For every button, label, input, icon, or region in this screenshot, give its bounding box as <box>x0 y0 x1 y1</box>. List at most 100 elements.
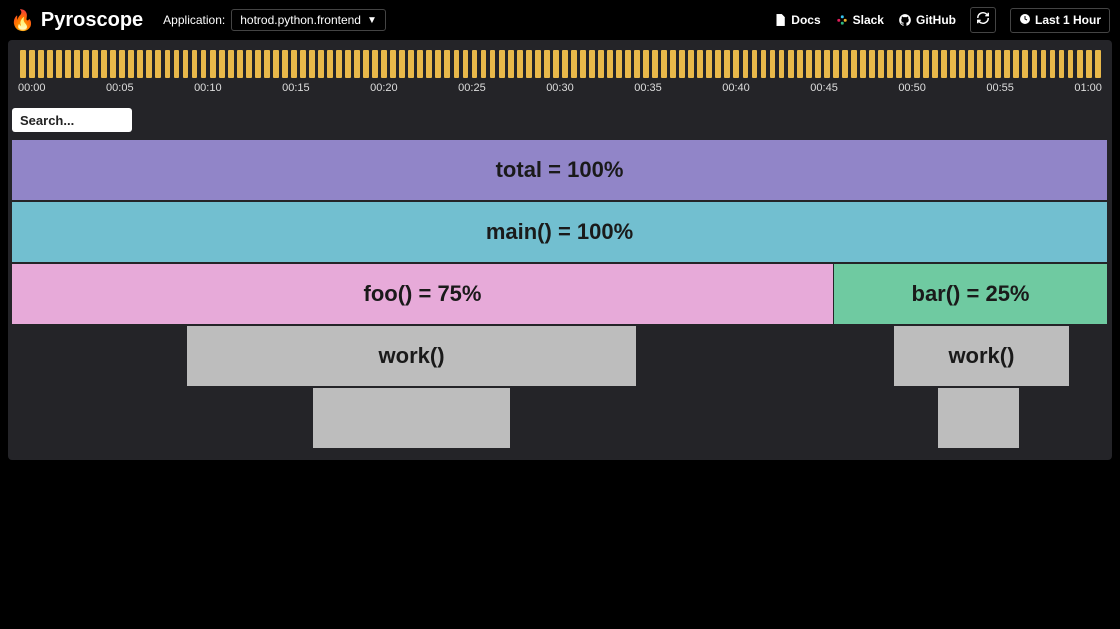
slack-label: Slack <box>853 13 884 27</box>
flame-cell[interactable]: work() <box>894 326 1069 386</box>
timeline-tick <box>779 50 785 78</box>
timeline-tick <box>56 50 62 78</box>
timeline-label: 00:05 <box>106 82 134 94</box>
timeline-ticks <box>18 50 1102 78</box>
timeline-tick <box>598 50 604 78</box>
timeline-label: 00:40 <box>722 82 750 94</box>
timeline-tick <box>806 50 812 78</box>
timeline-tick <box>201 50 207 78</box>
timeline-label: 00:20 <box>370 82 398 94</box>
flame-cell[interactable]: total = 100% <box>12 140 1108 200</box>
timeline-tick <box>101 50 107 78</box>
time-range-button[interactable]: Last 1 Hour <box>1010 8 1110 33</box>
timeline-tick <box>896 50 902 78</box>
timeline-label: 00:25 <box>458 82 486 94</box>
timeline-tick <box>544 50 550 78</box>
timeline-tick <box>255 50 261 78</box>
timeline-tick <box>463 50 469 78</box>
slack-link[interactable]: Slack <box>835 13 884 27</box>
timeline-tick <box>237 50 243 78</box>
timeline-tick <box>110 50 116 78</box>
timeline-tick <box>797 50 803 78</box>
timeline-tick <box>192 50 198 78</box>
header-right: Docs Slack GitHub Last 1 Hour <box>773 7 1110 33</box>
timeline-tick <box>454 50 460 78</box>
timeline-tick <box>869 50 875 78</box>
docs-link[interactable]: Docs <box>773 13 820 27</box>
flame-cell[interactable] <box>313 388 510 448</box>
search-row <box>8 102 1112 140</box>
timeline-tick <box>526 50 532 78</box>
timeline-tick <box>408 50 414 78</box>
flame-row: work() work() <box>12 326 1108 386</box>
timeline-tick <box>246 50 252 78</box>
timeline-tick <box>264 50 270 78</box>
timeline-tick <box>426 50 432 78</box>
timeline-label: 00:10 <box>194 82 222 94</box>
flame-cell[interactable]: work() <box>187 326 636 386</box>
timeline-label: 00:45 <box>810 82 838 94</box>
timeline-tick <box>733 50 739 78</box>
timeline-tick <box>20 50 26 78</box>
timeline-tick <box>1077 50 1083 78</box>
application-selected: hotrod.python.frontend <box>240 13 361 27</box>
flame-cell[interactable] <box>938 388 1020 448</box>
timeline-tick <box>399 50 405 78</box>
timeline-tick <box>860 50 866 78</box>
flame-row <box>12 388 1108 448</box>
timeline-label: 00:55 <box>986 82 1014 94</box>
timeline-tick <box>1032 50 1038 78</box>
timeline-labels: 00:0000:0500:1000:1500:2000:2500:3000:35… <box>18 82 1102 94</box>
flame-row: foo() = 75%bar() = 25% <box>12 264 1108 324</box>
timeline-tick <box>679 50 685 78</box>
content-panel: 00:0000:0500:1000:1500:2000:2500:3000:35… <box>8 40 1112 460</box>
time-range-label: Last 1 Hour <box>1035 13 1101 27</box>
timeline-label: 00:35 <box>634 82 662 94</box>
timeline-tick <box>715 50 721 78</box>
timeline-tick <box>607 50 613 78</box>
timeline-tick <box>1086 50 1092 78</box>
timeline-tick <box>688 50 694 78</box>
timeline-tick <box>878 50 884 78</box>
timeline-tick <box>553 50 559 78</box>
timeline-tick <box>589 50 595 78</box>
timeline-tick <box>336 50 342 78</box>
timeline-tick <box>183 50 189 78</box>
timeline-tick <box>155 50 161 78</box>
timeline-tick <box>670 50 676 78</box>
search-input[interactable] <box>12 108 132 132</box>
refresh-icon <box>976 11 990 30</box>
timeline-tick <box>29 50 35 78</box>
timeline-tick <box>995 50 1001 78</box>
timeline-tick <box>788 50 794 78</box>
timeline-tick <box>219 50 225 78</box>
timeline-tick <box>1050 50 1056 78</box>
timeline-label: 00:30 <box>546 82 574 94</box>
timeline-tick <box>535 50 541 78</box>
timeline-tick <box>571 50 577 78</box>
timeline-tick <box>950 50 956 78</box>
timeline-tick <box>977 50 983 78</box>
timeline[interactable]: 00:0000:0500:1000:1500:2000:2500:3000:35… <box>18 50 1102 98</box>
timeline-tick <box>643 50 649 78</box>
timeline-tick <box>345 50 351 78</box>
timeline-label: 00:50 <box>898 82 926 94</box>
timeline-tick <box>625 50 631 78</box>
github-link[interactable]: GitHub <box>898 13 956 27</box>
timeline-tick <box>833 50 839 78</box>
timeline-tick <box>435 50 441 78</box>
timeline-tick <box>932 50 938 78</box>
timeline-tick <box>481 50 487 78</box>
timeline-tick <box>923 50 929 78</box>
timeline-tick <box>174 50 180 78</box>
flame-cell[interactable]: main() = 100% <box>12 202 1108 262</box>
timeline-tick <box>517 50 523 78</box>
application-dropdown[interactable]: hotrod.python.frontend ▼ <box>231 9 386 31</box>
flame-cell[interactable]: foo() = 75% <box>12 264 834 324</box>
timeline-tick <box>616 50 622 78</box>
timeline-tick <box>887 50 893 78</box>
flame-cell[interactable]: bar() = 25% <box>834 264 1108 324</box>
timeline-tick <box>354 50 360 78</box>
timeline-tick <box>1022 50 1028 78</box>
refresh-button[interactable] <box>970 7 996 33</box>
